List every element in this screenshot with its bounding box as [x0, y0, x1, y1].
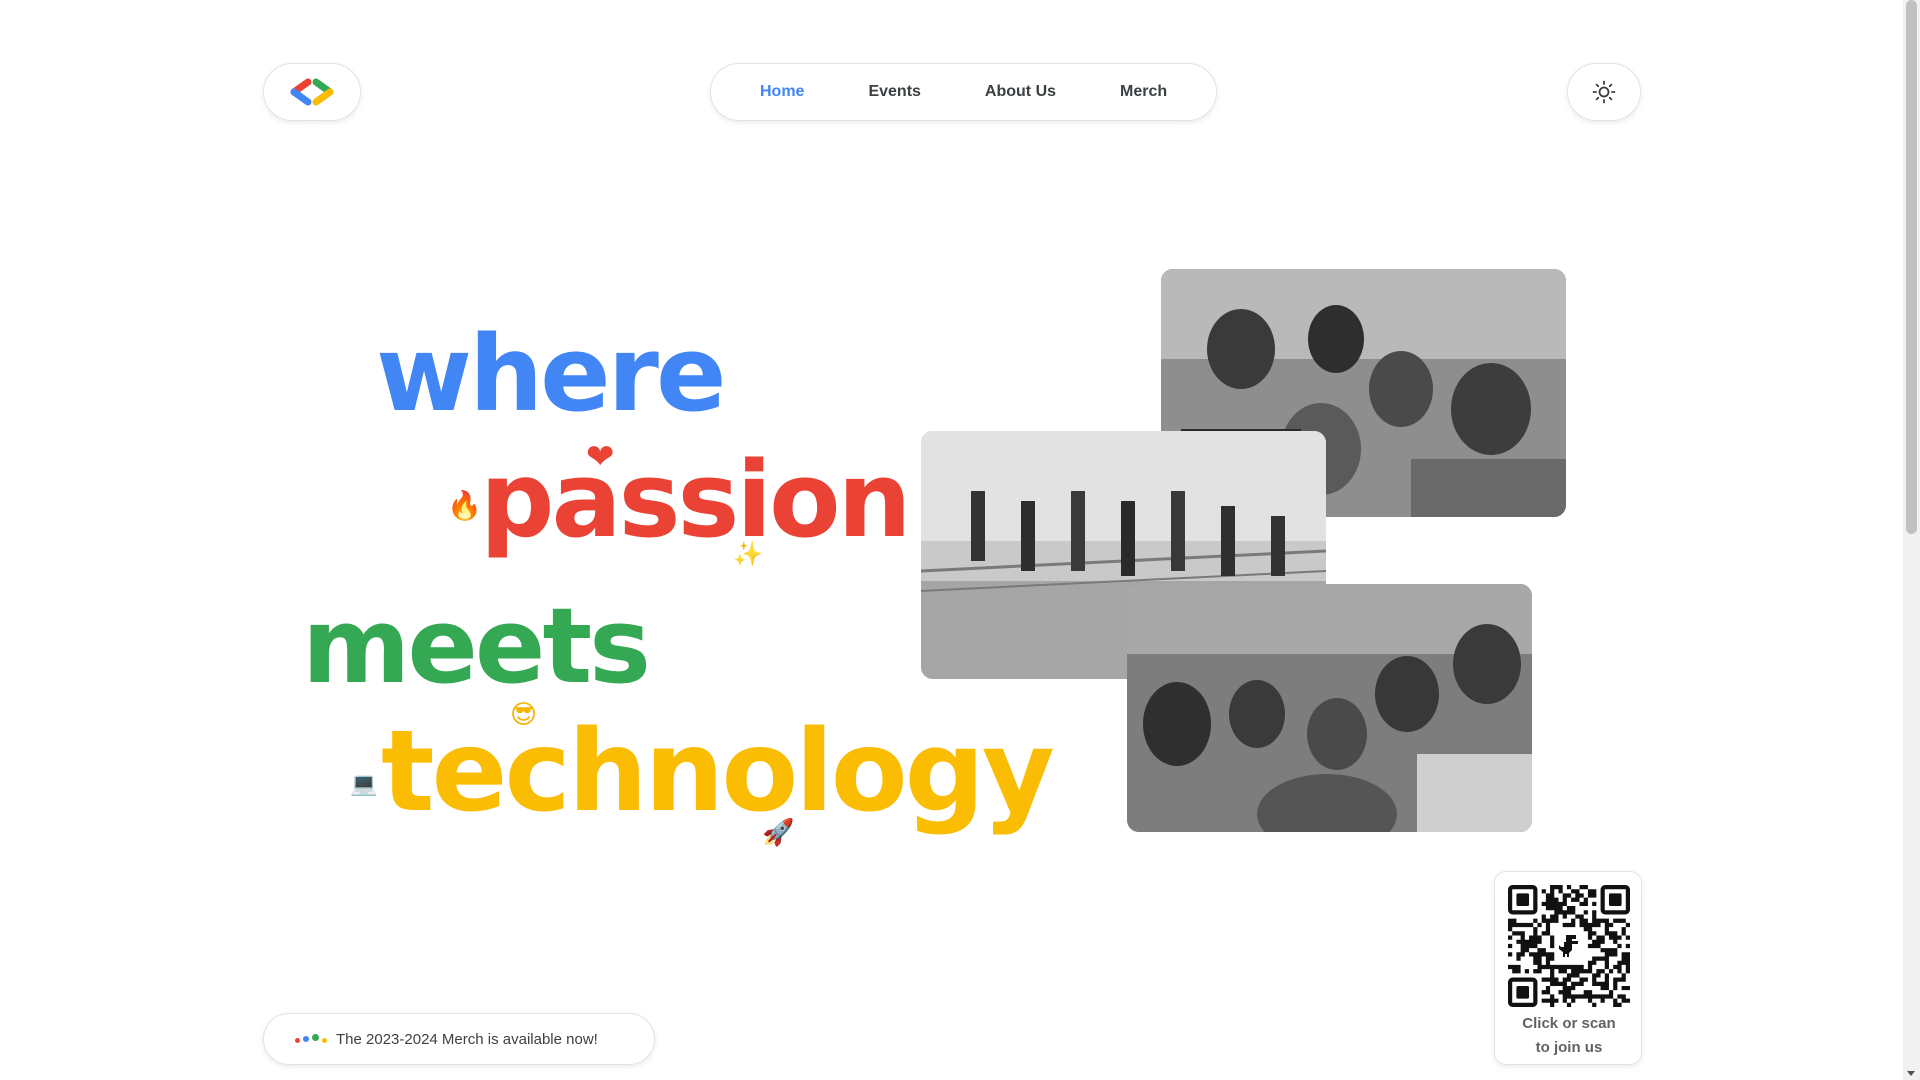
nav-merch[interactable]: Merch: [1120, 83, 1167, 101]
nav-about-us[interactable]: About Us: [985, 83, 1056, 101]
heart-emoji-icon: ❤: [586, 437, 615, 477]
group-photo-3: [1127, 584, 1532, 832]
join-qr-card[interactable]: Click or scan to join us: [1494, 871, 1642, 1065]
google-dots-icon: [295, 1033, 330, 1043]
merch-banner-text: The 2023-2024 Merch is available now!: [336, 1030, 598, 1048]
hero-word-technology: technology: [381, 707, 1055, 837]
group-photo-icon: [1127, 584, 1532, 832]
qr-code-icon: [1508, 885, 1630, 1007]
google-dot: [303, 1036, 309, 1042]
hero-word-passion: passion: [480, 439, 912, 561]
logo-button[interactable]: [263, 63, 361, 121]
google-dot: [312, 1033, 319, 1041]
laptop-emoji-icon: 💻: [350, 772, 378, 797]
page-scrollbar[interactable]: [1903, 0, 1920, 1080]
google-dot: [322, 1037, 327, 1043]
scroll-down-arrow-icon[interactable]: [1907, 1071, 1915, 1076]
nav-events[interactable]: Events: [868, 83, 920, 101]
hero-word-meets: meets: [302, 585, 651, 707]
sparkles-emoji-icon: ✨: [733, 540, 763, 568]
cool-emoji-icon: 😎: [510, 700, 538, 730]
theme-toggle-button[interactable]: [1567, 63, 1641, 121]
main-nav: Home Events About Us Merch: [710, 63, 1217, 121]
gdsc-brackets-logo-icon: [290, 78, 334, 106]
hero-word-where: where: [376, 313, 726, 435]
sun-icon: [1592, 80, 1616, 104]
google-dot: [295, 1037, 300, 1043]
qr-caption-line-1: Click or scan: [1522, 1015, 1616, 1032]
scrollbar-thumb[interactable]: [1906, 0, 1917, 534]
rocket-emoji-icon: 🚀: [762, 818, 795, 848]
nav-home[interactable]: Home: [760, 83, 804, 101]
qr-caption: Click or scan to join us: [1495, 1012, 1643, 1060]
qr-caption-line-2: to join us: [1535, 1039, 1603, 1056]
fire-emoji-icon: 🔥: [447, 489, 482, 522]
merch-banner[interactable]: The 2023-2024 Merch is available now!: [263, 1013, 655, 1065]
